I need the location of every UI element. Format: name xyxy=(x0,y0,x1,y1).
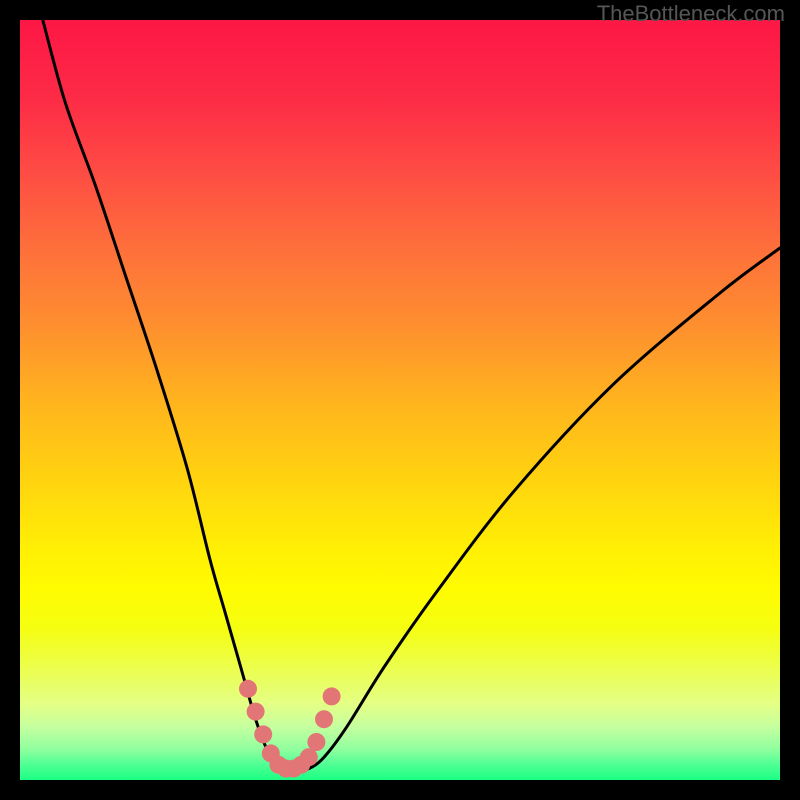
plot-area xyxy=(20,20,780,780)
marker-dot xyxy=(307,733,325,751)
curve-path xyxy=(43,20,780,771)
chart-frame: TheBottleneck.com xyxy=(0,0,800,800)
marker-dot xyxy=(247,703,265,721)
watermark-label: TheBottleneck.com xyxy=(597,1,785,27)
marker-group xyxy=(239,680,341,778)
marker-dot xyxy=(254,725,272,743)
marker-dot xyxy=(315,710,333,728)
marker-dot xyxy=(239,680,257,698)
bottleneck-curve xyxy=(20,20,780,780)
marker-dot xyxy=(323,687,341,705)
